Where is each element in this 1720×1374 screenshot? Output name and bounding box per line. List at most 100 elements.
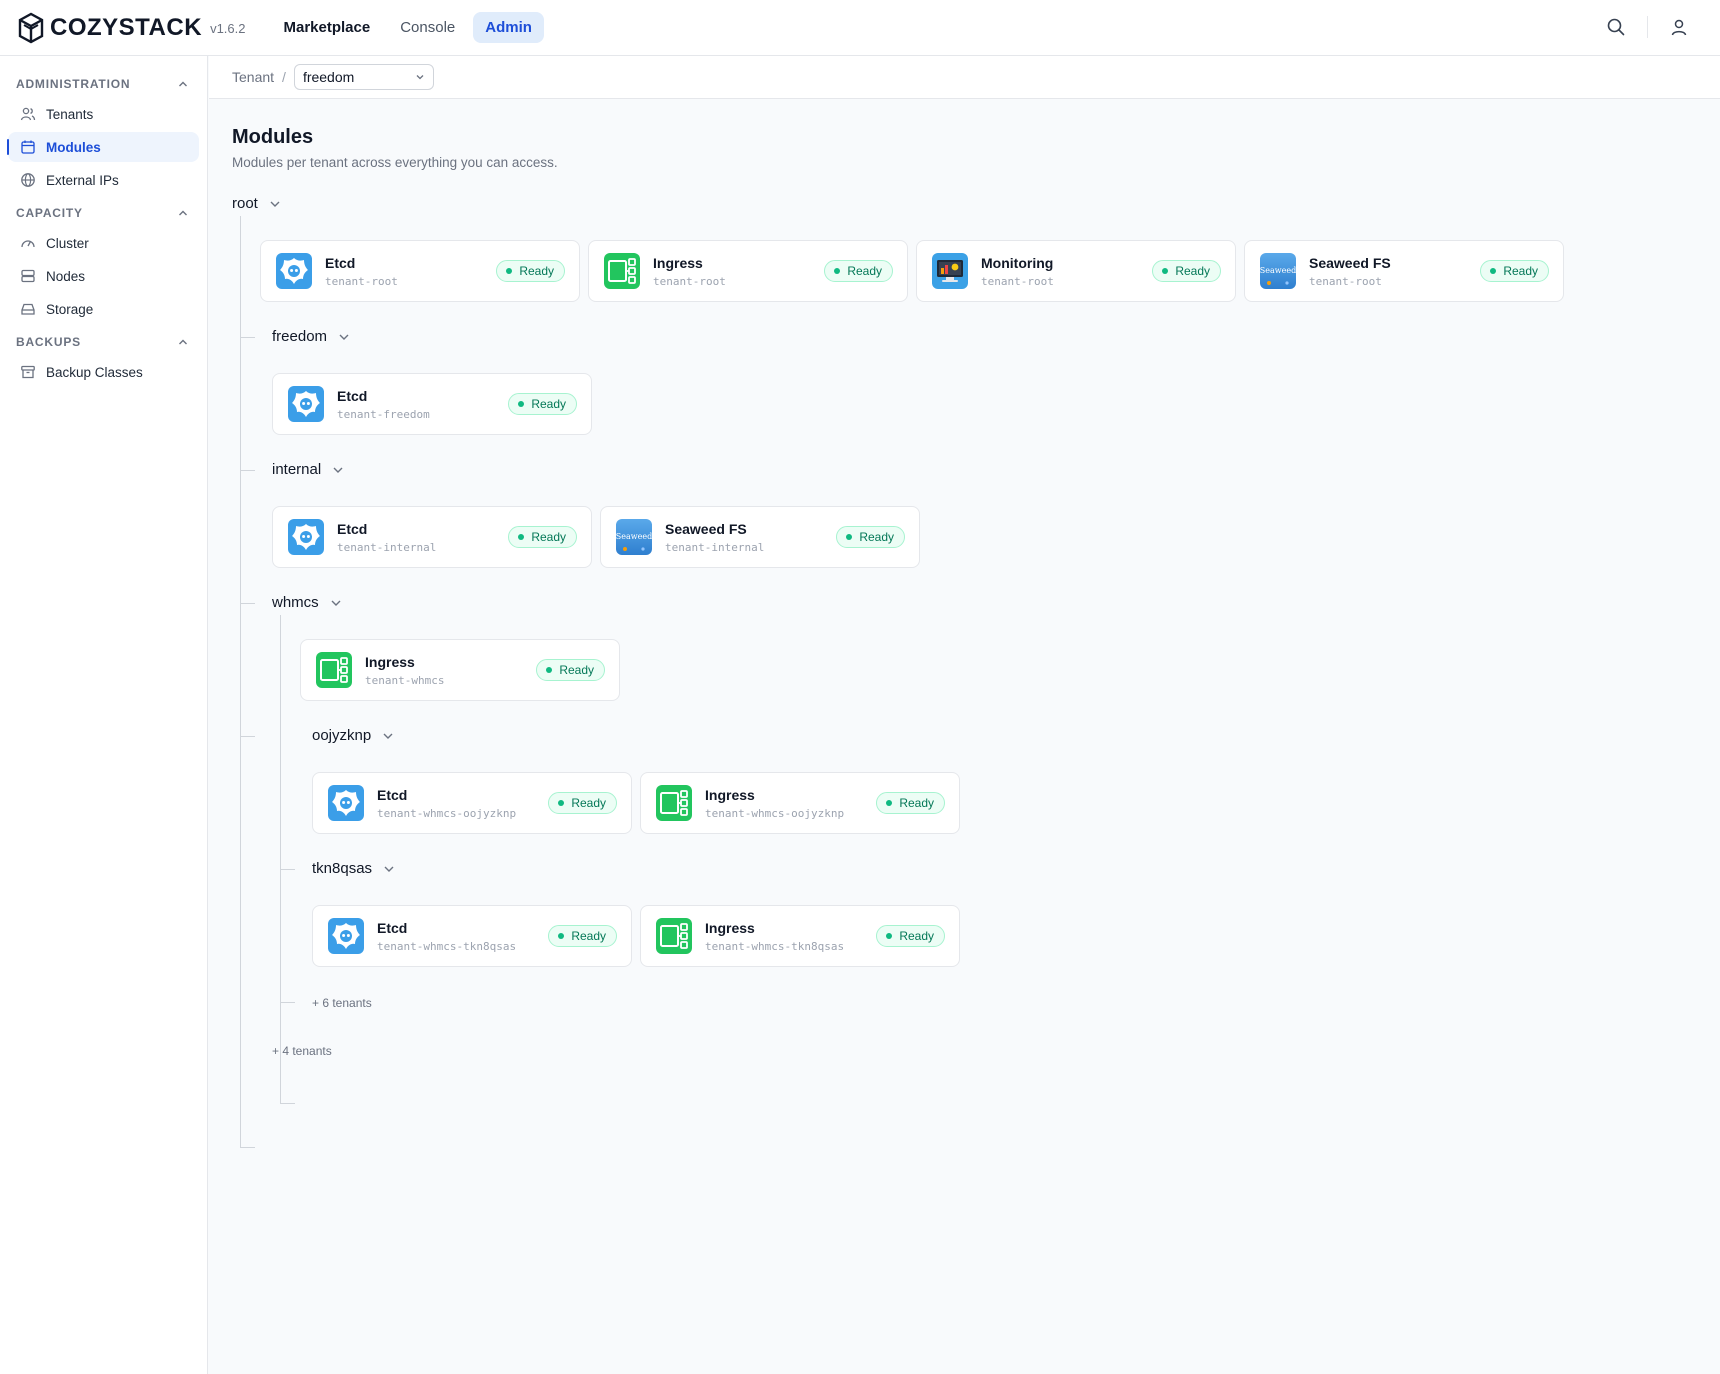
module-card-ingress[interactable]: Ingress tenant-whmcs Ready [300,639,620,701]
users-icon [20,106,36,122]
status-label: Ready [559,663,594,677]
chevron-up-icon[interactable] [177,207,189,219]
globe-icon [20,172,36,188]
breadcrumb-tenant[interactable]: Tenant [232,69,274,85]
sidebar: ADMINISTRATION Tenants Modules External … [0,56,208,1374]
user-icon[interactable] [1668,16,1690,38]
module-card-ingress[interactable]: Ingress tenant-whmcs-oojyzknp Ready [640,772,960,834]
tenant-name: whmcs [272,594,319,611]
ingress-icon [656,918,692,954]
sidebar-item-nodes[interactable]: Nodes [8,261,199,291]
page-subtitle: Modules per tenant across everything you… [232,155,558,170]
etcd-icon [288,386,324,422]
sidebar-item-modules[interactable]: Modules [7,132,199,162]
tenant-group-whmcs[interactable]: whmcs [272,594,343,611]
tenant-select[interactable]: freedom [293,64,434,90]
tenant-group-freedom[interactable]: freedom [272,328,351,345]
tenant-name: root [232,195,258,212]
module-name: Etcd [325,254,356,271]
more-tenants-link[interactable]: + 6 tenants [312,996,372,1010]
logo-text: COZYSTACK [50,13,203,41]
sidebar-item-label: Storage [46,301,94,317]
divider [1647,16,1648,38]
tenant-group-root[interactable]: root [232,195,282,212]
module-card-etcd[interactable]: Etcd tenant-whmcs-tkn8qsas Ready [312,905,632,967]
status-badge: Ready [508,526,577,548]
tenant-name: internal [272,461,322,478]
status-label: Ready [519,264,554,278]
status-badge: Ready [548,925,617,947]
breadcrumb-separator: / [282,69,286,85]
module-card-etcd[interactable]: Etcd tenant-internal Ready [272,506,592,568]
page-title: Modules [232,126,314,148]
sidebar-item-backup-classes[interactable]: Backup Classes [8,357,199,387]
version-label: v1.6.2 [210,21,246,36]
sidebar-item-storage[interactable]: Storage [8,294,199,324]
seaweedfs-icon [1260,253,1296,289]
tenant-group-oojyzknp[interactable]: oojyzknp [312,727,395,744]
module-card-seaweedfs[interactable]: Seaweed FS tenant-internal Ready [600,506,920,568]
module-card-etcd[interactable]: Etcd tenant-root Ready [260,240,580,302]
status-label: Ready [571,929,606,943]
etcd-icon [328,785,364,821]
module-name: Etcd [337,387,368,404]
top-nav: Marketplace Console Admin [271,12,544,43]
nav-console[interactable]: Console [388,12,467,43]
chevron-down-icon [416,75,424,80]
module-card-ingress[interactable]: Ingress tenant-root Ready [588,240,908,302]
section-capacity[interactable]: CAPACITY [0,201,207,225]
hard-drive-icon [20,301,36,317]
section-administration[interactable]: ADMINISTRATION [0,72,207,96]
status-label: Ready [531,530,566,544]
status-dot [558,800,565,806]
search-icon[interactable] [1605,16,1627,38]
status-dot [834,268,841,274]
status-label: Ready [531,397,566,411]
status-badge: Ready [496,260,565,282]
status-dot [886,800,893,806]
seaweedfs-icon [616,519,652,555]
ingress-icon [656,785,692,821]
module-namespace: tenant-internal [665,540,765,554]
module-card-etcd[interactable]: Etcd tenant-freedom Ready [272,373,592,435]
logo[interactable]: COZYSTACK v1.6.2 [16,11,245,45]
module-card-etcd[interactable]: Etcd tenant-whmcs-oojyzknp Ready [312,772,632,834]
tenant-group-tkn8qsas[interactable]: tkn8qsas [312,860,396,877]
chevron-down-icon [382,862,396,876]
chevron-up-icon[interactable] [177,336,189,348]
gauge-icon [20,235,36,251]
tenant-group-internal[interactable]: internal [272,461,345,478]
chevron-down-icon [337,330,351,344]
sidebar-item-external-ips[interactable]: External IPs [8,165,199,195]
top-bar: COZYSTACK v1.6.2 Marketplace Console Adm… [0,0,1720,56]
section-backups[interactable]: BACKUPS [0,330,207,354]
status-badge: Ready [1152,260,1221,282]
module-name: Ingress [705,786,755,803]
status-badge: Ready [548,792,617,814]
sidebar-item-cluster[interactable]: Cluster [8,228,199,258]
module-card-seaweedfs[interactable]: Seaweed FS tenant-root Ready [1244,240,1564,302]
status-dot [846,534,853,540]
server-icon [20,268,36,284]
nav-admin[interactable]: Admin [473,12,544,43]
sidebar-item-label: Cluster [46,235,89,251]
chevron-up-icon[interactable] [177,78,189,90]
module-namespace: tenant-internal [337,540,437,554]
nav-marketplace[interactable]: Marketplace [271,12,382,43]
sidebar-item-tenants[interactable]: Tenants [8,99,199,129]
status-dot [886,933,893,939]
status-badge: Ready [536,659,605,681]
tree-line [240,470,255,471]
status-dot [546,667,553,673]
module-name: Seaweed FS [1309,254,1391,271]
section-label: BACKUPS [16,335,81,349]
module-card-ingress[interactable]: Ingress tenant-whmcs-tkn8qsas Ready [640,905,960,967]
module-namespace: tenant-whmcs-oojyzknp [377,806,517,820]
chevron-down-icon [268,197,282,211]
chevron-down-icon [331,463,345,477]
sidebar-item-label: Nodes [46,268,86,284]
module-card-monitoring[interactable]: Monitoring tenant-root Ready [916,240,1236,302]
status-badge: Ready [876,792,945,814]
archive-icon [20,364,36,380]
more-tenants-link[interactable]: + 4 tenants [272,1044,332,1058]
